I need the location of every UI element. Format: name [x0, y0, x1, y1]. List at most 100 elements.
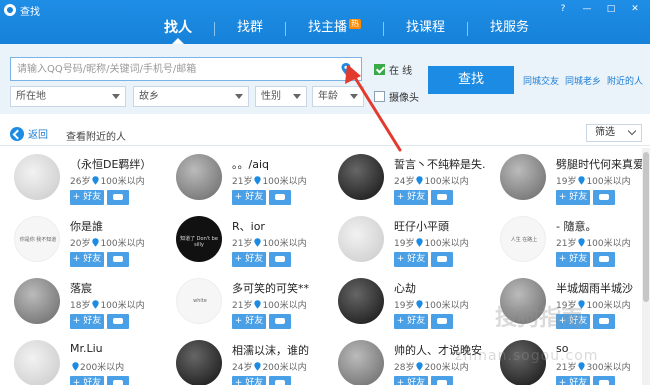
avatar[interactable] — [338, 340, 384, 385]
tab-find-anchors[interactable]: 找主播热 — [294, 17, 375, 41]
message-icon[interactable] — [269, 314, 291, 329]
nickname[interactable]: 落宸 — [70, 280, 162, 296]
maximize-button[interactable]: □ — [600, 2, 622, 16]
tab-find-services[interactable]: 找服务 — [476, 17, 543, 41]
nickname[interactable]: Mr.Liu — [70, 342, 162, 355]
message-icon[interactable] — [593, 314, 615, 329]
person-card[interactable]: 人生 在路上 - 隨意。 21岁 100米以内 + 好友 — [490, 210, 650, 280]
search-input[interactable] — [11, 58, 331, 80]
gender-select[interactable]: 性别 — [255, 86, 307, 107]
person-card[interactable]: 落宸 18岁 100米以内 + 好友 — [4, 272, 164, 342]
help-button[interactable]: ? — [552, 2, 574, 16]
avatar[interactable] — [176, 340, 222, 385]
message-icon[interactable] — [269, 376, 291, 385]
nickname[interactable]: - 隨意。 — [556, 218, 648, 234]
avatar[interactable] — [500, 154, 546, 200]
add-friend-button[interactable]: + 好友 — [70, 252, 104, 267]
add-friend-button[interactable]: + 好友 — [394, 252, 428, 267]
add-friend-button[interactable]: + 好友 — [232, 314, 266, 329]
person-card[interactable]: （永恒DE羁绊） 26岁 100米以内 + 好友 — [4, 148, 164, 218]
minimize-button[interactable]: — — [576, 2, 598, 16]
back-button[interactable]: 返回 — [10, 126, 48, 141]
nickname[interactable]: 多可笑的可笑** — [232, 280, 324, 296]
message-icon[interactable] — [431, 252, 453, 267]
message-icon[interactable] — [593, 376, 615, 385]
add-friend-button[interactable]: + 好友 — [232, 190, 266, 205]
avatar[interactable] — [14, 340, 60, 385]
nickname[interactable]: 誓言丶不纯粹是失... — [394, 156, 486, 172]
camera-check-icon[interactable] — [374, 91, 385, 102]
hometown-select[interactable]: 故乡 — [133, 86, 249, 107]
message-icon[interactable] — [107, 252, 129, 267]
person-card[interactable]: 劈腿时代何来真爱 19岁 100米以内 + 好友 — [490, 148, 650, 218]
location-select[interactable]: 所在地 — [10, 86, 126, 107]
message-icon[interactable] — [593, 190, 615, 205]
message-icon[interactable] — [593, 252, 615, 267]
filter-dropdown[interactable]: 筛选 — [586, 124, 642, 142]
add-friend-button[interactable]: + 好友 — [70, 376, 104, 385]
avatar[interactable]: white — [176, 278, 222, 324]
link-nearby-people[interactable]: 附近的人 — [607, 74, 643, 87]
message-icon[interactable] — [431, 314, 453, 329]
avatar[interactable] — [338, 278, 384, 324]
nickname[interactable]: 心劫 — [394, 280, 486, 296]
avatar[interactable] — [338, 216, 384, 262]
person-card[interactable]: 相濡以沫，谁的 24岁 200米以内 + 好友 — [166, 334, 326, 385]
age-select[interactable]: 年龄 — [312, 86, 364, 107]
person-card[interactable]: 旺仔小平頭 19岁 100米以内 + 好友 — [328, 210, 488, 280]
nickname[interactable]: R、ior — [232, 218, 324, 234]
person-card[interactable]: 誓言丶不纯粹是失... 24岁 100米以内 + 好友 — [328, 148, 488, 218]
close-button[interactable]: ✕ — [624, 2, 646, 16]
add-friend-button[interactable]: + 好友 — [70, 314, 104, 329]
message-icon[interactable] — [431, 376, 453, 385]
camera-checkbox[interactable]: 摄像头 — [374, 89, 419, 104]
nickname[interactable]: 劈腿时代何来真爱 — [556, 156, 648, 172]
person-card[interactable]: 知道了 Don't be silly R、ior 21岁 100米以内 + 好友 — [166, 210, 326, 280]
avatar[interactable] — [14, 278, 60, 324]
message-icon[interactable] — [269, 252, 291, 267]
add-friend-button[interactable]: + 好友 — [232, 376, 266, 385]
person-card[interactable]: white 多可笑的可笑** 21岁 100米以内 + 好友 — [166, 272, 326, 342]
find-button[interactable]: 查找 — [428, 66, 514, 94]
tab-find-people[interactable]: 找人 — [150, 17, 206, 44]
avatar[interactable] — [338, 154, 384, 200]
nickname[interactable]: 。。/aiq — [232, 156, 324, 172]
add-friend-button[interactable]: + 好友 — [394, 190, 428, 205]
message-icon[interactable] — [107, 376, 129, 385]
add-friend-button[interactable]: + 好友 — [556, 376, 590, 385]
avatar[interactable] — [14, 154, 60, 200]
avatar[interactable]: 你是你 我不知道 — [14, 216, 60, 262]
person-card[interactable]: Mr.Liu 200米以内 + 好友 — [4, 334, 164, 385]
nickname[interactable]: 你是誰 — [70, 218, 162, 234]
tab-find-groups[interactable]: 找群 — [223, 17, 277, 41]
online-checkbox[interactable]: 在 线 — [374, 62, 412, 77]
message-icon[interactable] — [431, 190, 453, 205]
person-card[interactable]: 心劫 19岁 100米以内 + 好友 — [328, 272, 488, 342]
scrollbar[interactable] — [642, 148, 650, 385]
avatar[interactable]: 知道了 Don't be silly — [176, 216, 222, 262]
avatar[interactable] — [176, 154, 222, 200]
add-friend-button[interactable]: + 好友 — [70, 190, 104, 205]
person-card[interactable]: 。。/aiq 21岁 100米以内 + 好友 — [166, 148, 326, 218]
message-icon[interactable] — [269, 190, 291, 205]
nickname[interactable]: 相濡以沫，谁的 — [232, 342, 324, 358]
location-pin-icon[interactable] — [341, 63, 351, 75]
online-check-icon[interactable] — [374, 64, 385, 75]
person-card[interactable]: 你是你 我不知道 你是誰 20岁 100米以内 + 好友 — [4, 210, 164, 280]
add-friend-button[interactable]: + 好友 — [394, 376, 428, 385]
scrollbar-thumb[interactable] — [643, 152, 649, 302]
window-controls: ? — □ ✕ — [552, 2, 646, 16]
tab-find-courses[interactable]: 找课程 — [392, 17, 459, 41]
avatar[interactable]: 人生 在路上 — [500, 216, 546, 262]
message-icon[interactable] — [107, 190, 129, 205]
add-friend-button[interactable]: + 好友 — [232, 252, 266, 267]
link-local-hometown[interactable]: 同城老乡 — [565, 74, 601, 87]
link-local-friends[interactable]: 同城交友 — [523, 74, 559, 87]
message-icon[interactable] — [107, 314, 129, 329]
add-friend-button[interactable]: + 好友 — [556, 252, 590, 267]
add-friend-button[interactable]: + 好友 — [394, 314, 428, 329]
nickname[interactable]: 半城烟雨半城沙 — [556, 280, 648, 296]
nickname[interactable]: 旺仔小平頭 — [394, 218, 486, 234]
nickname[interactable]: （永恒DE羁绊） — [70, 156, 162, 172]
add-friend-button[interactable]: + 好友 — [556, 190, 590, 205]
